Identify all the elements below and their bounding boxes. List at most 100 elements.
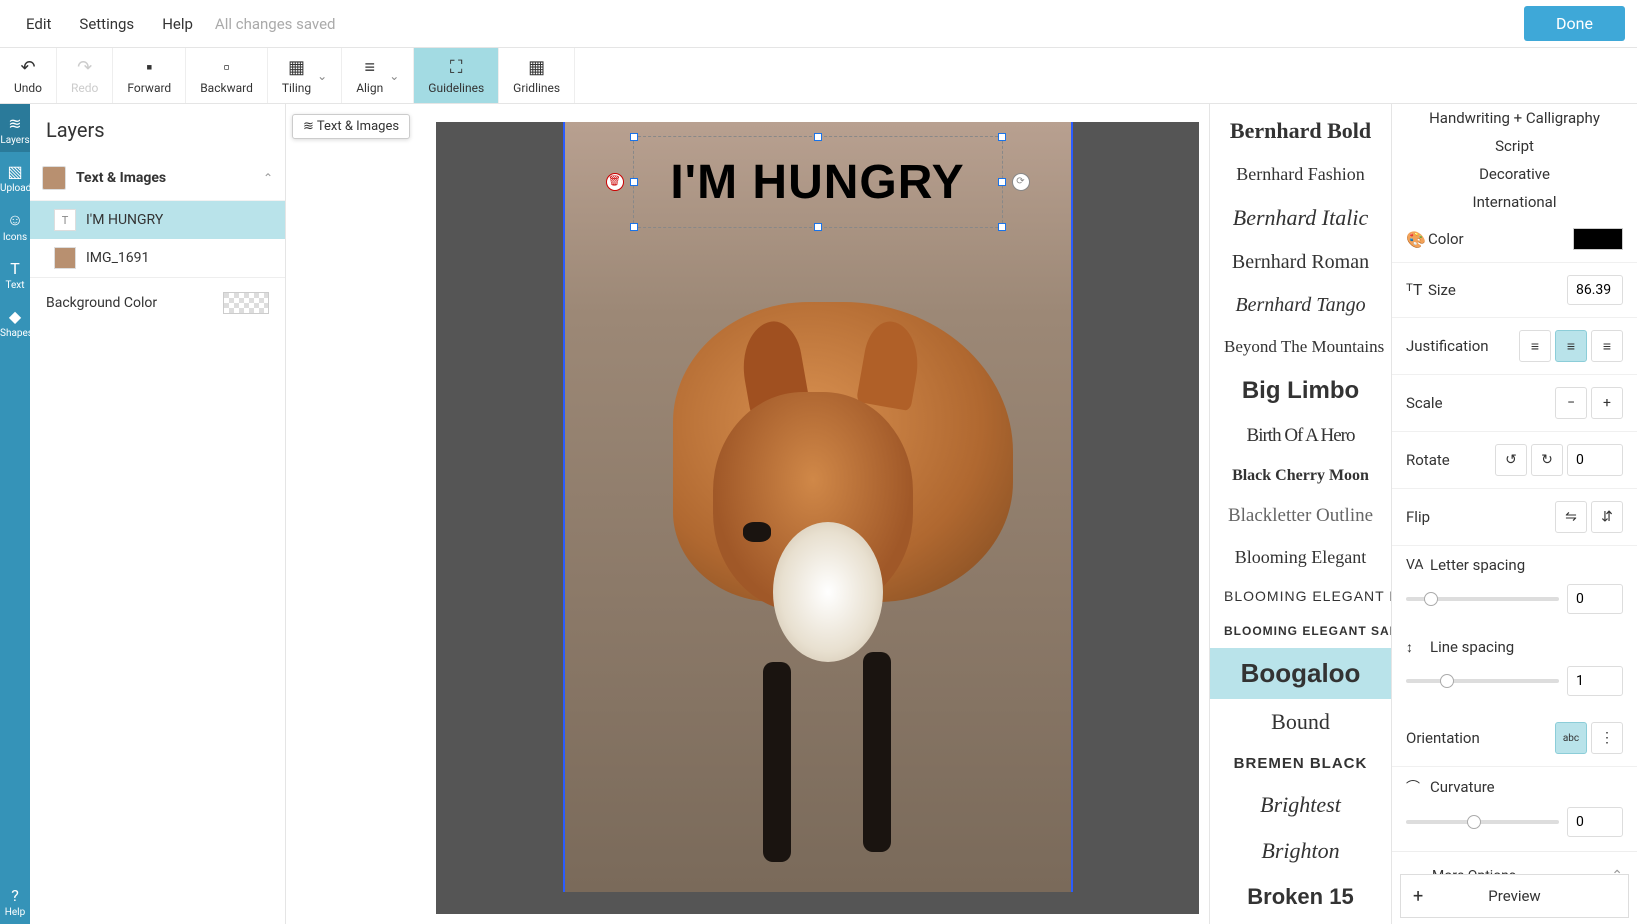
layer-group-text-images[interactable]: Text & Images ⌃ xyxy=(30,156,285,201)
orientation-vertical-button[interactable]: ⋮ xyxy=(1591,722,1623,754)
justify-center-button[interactable]: ≡ xyxy=(1555,330,1587,362)
curvature-slider[interactable] xyxy=(1406,820,1559,824)
font-item-blooming-elegant-sans[interactable]: BLOOMING ELEGANT SANS xyxy=(1210,614,1391,648)
resize-handle-tl[interactable] xyxy=(630,133,638,141)
resize-handle-ml[interactable] xyxy=(630,178,638,186)
align-button[interactable]: ≡ Align ⌄ xyxy=(342,48,414,103)
flip-horizontal-button[interactable]: ⇋ xyxy=(1555,501,1587,533)
line-spacing-input[interactable] xyxy=(1567,666,1623,696)
left-sidebar: ≋ Layers ▧ Uploads ☺ Icons T Text ◆ Shap… xyxy=(0,104,30,924)
font-item-bound[interactable]: Bound xyxy=(1210,699,1391,745)
resize-handle-mr[interactable] xyxy=(998,178,1006,186)
layer-item-image[interactable]: IMG_1691 xyxy=(30,239,285,277)
font-category-decorative[interactable]: Decorative xyxy=(1392,160,1637,188)
guideline-right[interactable] xyxy=(1071,122,1073,892)
sidebar-item-icons[interactable]: ☺ Icons xyxy=(0,200,30,249)
letter-spacing-icon: VA xyxy=(1406,557,1430,573)
curvature-input[interactable] xyxy=(1567,807,1623,837)
delete-handle[interactable]: 🗑 xyxy=(606,173,624,191)
font-item-blooming-elegant-hand[interactable]: BLOOMING ELEGANT HAND xyxy=(1210,578,1391,614)
artboard[interactable]: I'M HUNGRY ⟳ 🗑 xyxy=(563,122,1073,892)
justify-left-button[interactable]: ≡ xyxy=(1519,330,1551,362)
rotate-cw-button[interactable]: ↻ xyxy=(1531,444,1563,476)
font-category-handwriting[interactable]: Handwriting + Calligraphy xyxy=(1392,104,1637,132)
resize-handle-br[interactable] xyxy=(998,223,1006,231)
line-spacing-slider[interactable] xyxy=(1406,679,1559,683)
orientation-horizontal-button[interactable]: abc xyxy=(1555,722,1587,754)
letter-spacing-slider[interactable] xyxy=(1406,597,1559,601)
redo-icon: ↷ xyxy=(77,57,92,79)
rotate-input[interactable] xyxy=(1567,444,1623,476)
canvas-image-fox[interactable] xyxy=(563,122,1073,892)
top-menu-bar: Edit Settings Help All changes saved Don… xyxy=(0,0,1637,48)
font-item-big-limbo[interactable]: Big Limbo xyxy=(1210,367,1391,415)
sidebar-item-help[interactable]: ? Help xyxy=(0,876,30,924)
font-item-blackletter-outline[interactable]: Blackletter Outline xyxy=(1210,495,1391,537)
sidebar-item-shapes[interactable]: ◆ Shapes xyxy=(0,297,30,345)
color-swatch[interactable] xyxy=(1573,228,1623,250)
layer-item-text[interactable]: T I'M HUNGRY xyxy=(30,201,285,239)
font-category-script[interactable]: Script xyxy=(1392,132,1637,160)
font-item-broken-ghost[interactable]: Broken Ghost xyxy=(1210,920,1391,924)
font-item-blooming-elegant[interactable]: Blooming Elegant xyxy=(1210,537,1391,578)
redo-button[interactable]: ↷ Redo xyxy=(57,48,113,103)
tiling-button[interactable]: ▦ Tiling ⌄ xyxy=(268,48,342,103)
font-category-international[interactable]: International xyxy=(1392,188,1637,216)
font-item-bremen-black[interactable]: BREMEN BLACK xyxy=(1210,745,1391,782)
curvature-icon: ⌒ xyxy=(1406,777,1430,797)
rotate-handle[interactable]: ⟳ xyxy=(1012,173,1030,191)
prop-rotate: Rotate ↺ ↻ xyxy=(1392,432,1637,489)
text-selection-box[interactable]: I'M HUNGRY ⟳ 🗑 xyxy=(633,136,1003,228)
forward-button[interactable]: ▪ Forward xyxy=(113,48,186,103)
font-item-bernhard-roman[interactable]: Bernhard Roman xyxy=(1210,241,1391,284)
font-item-brightest[interactable]: Brightest xyxy=(1210,782,1391,828)
sidebar-item-text[interactable]: T Text xyxy=(0,249,30,297)
canvas-text[interactable]: I'M HUNGRY xyxy=(634,137,1002,229)
guidelines-button[interactable]: ⛶ Guidelines xyxy=(414,48,499,103)
scale-down-button[interactable]: − xyxy=(1555,387,1587,419)
done-button[interactable]: Done xyxy=(1524,6,1625,41)
font-item-brighton[interactable]: Brighton xyxy=(1210,828,1391,874)
canvas-area[interactable]: ≋ Text & Images xyxy=(286,104,1209,924)
resize-handle-tr[interactable] xyxy=(998,133,1006,141)
preview-button[interactable]: + Preview xyxy=(1400,874,1629,918)
guideline-left[interactable] xyxy=(563,122,565,892)
rotate-ccw-button[interactable]: ↺ xyxy=(1495,444,1527,476)
shapes-icon: ◆ xyxy=(0,307,30,326)
font-item-birth-of-a-hero[interactable]: Birth Of A Hero xyxy=(1210,415,1391,457)
sidebar-item-uploads[interactable]: ▧ Uploads xyxy=(0,152,30,200)
font-item-broken-15[interactable]: Broken 15 xyxy=(1210,874,1391,920)
font-item-bernhard-tango[interactable]: Bernhard Tango xyxy=(1210,284,1391,327)
font-item-bernhard-fashion[interactable]: Bernhard Fashion xyxy=(1210,154,1391,195)
letter-spacing-input[interactable] xyxy=(1567,584,1623,614)
font-item-bernhard-italic[interactable]: Bernhard Italic xyxy=(1210,195,1391,241)
prop-scale: Scale − + xyxy=(1392,375,1637,432)
backward-button[interactable]: ▫ Backward xyxy=(186,48,268,103)
prop-curvature: ⌒ Curvature xyxy=(1392,767,1637,851)
font-item-beyond-the-mountains[interactable]: Beyond The Mountains xyxy=(1210,327,1391,367)
undo-button[interactable]: ↶ Undo xyxy=(0,48,57,103)
resize-handle-bm[interactable] xyxy=(814,223,822,231)
tiling-icon: ▦ xyxy=(288,57,305,79)
font-item-boogaloo[interactable]: Boogaloo xyxy=(1210,648,1391,699)
background-color-swatch[interactable] xyxy=(223,292,269,314)
resize-handle-bl[interactable] xyxy=(630,223,638,231)
font-item-bernhard-bold[interactable]: Bernhard Bold xyxy=(1210,108,1391,154)
chevron-down-icon: ⌄ xyxy=(317,69,327,83)
layer-background-color[interactable]: Background Color xyxy=(30,277,285,328)
prop-color: 🎨 Color xyxy=(1392,216,1637,263)
flip-vertical-button[interactable]: ⇵ xyxy=(1591,501,1623,533)
menu-settings[interactable]: Settings xyxy=(65,9,148,39)
resize-handle-tm[interactable] xyxy=(814,133,822,141)
chevron-down-icon: ⌄ xyxy=(389,69,399,83)
font-list-panel[interactable]: Bernhard BoldBernhard FashionBernhard It… xyxy=(1209,104,1391,924)
plus-icon: + xyxy=(1413,886,1423,907)
font-item-black-cherry-moon[interactable]: Black Cherry Moon xyxy=(1210,457,1391,495)
gridlines-button[interactable]: ▦ Gridlines xyxy=(499,48,575,103)
size-input[interactable] xyxy=(1567,275,1623,305)
sidebar-item-layers[interactable]: ≋ Layers xyxy=(0,104,30,152)
menu-edit[interactable]: Edit xyxy=(12,9,65,39)
justify-right-button[interactable]: ≡ xyxy=(1591,330,1623,362)
menu-help[interactable]: Help xyxy=(148,9,207,39)
scale-up-button[interactable]: + xyxy=(1591,387,1623,419)
